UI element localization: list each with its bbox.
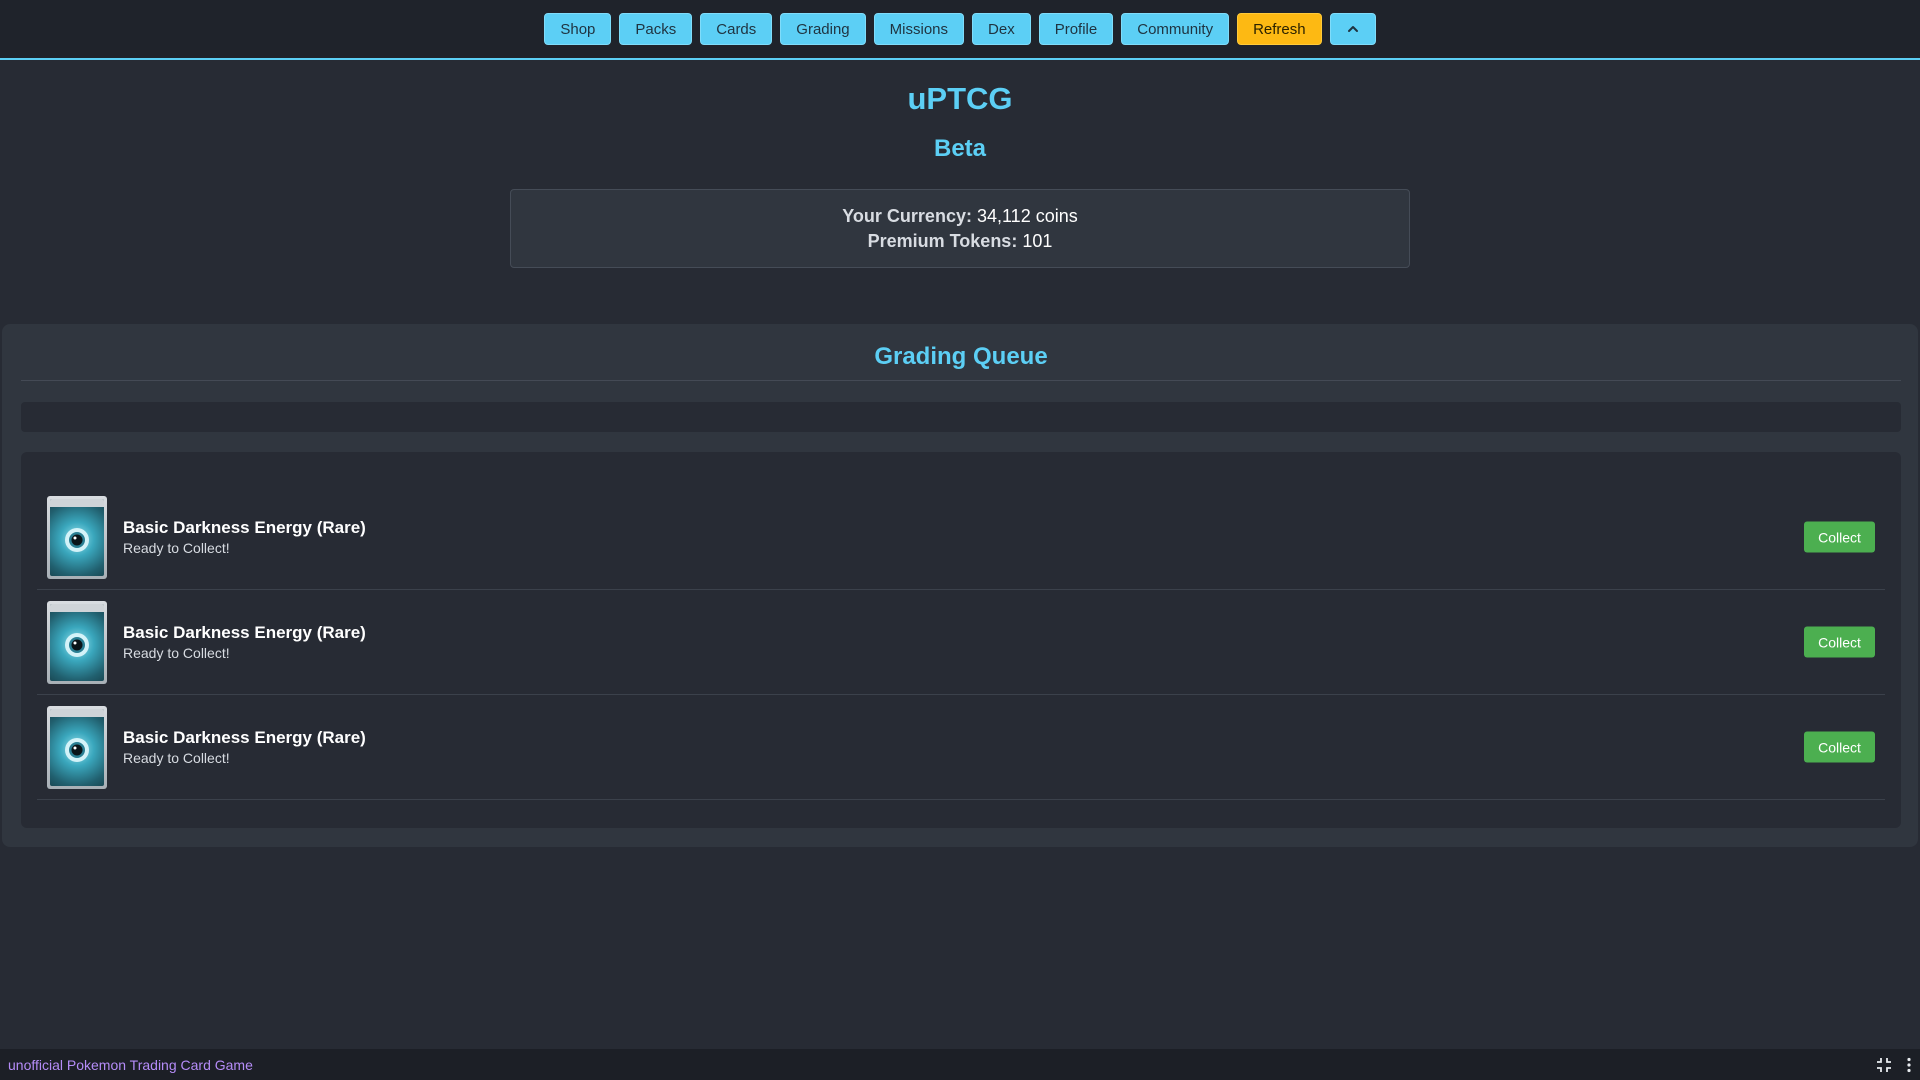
darkness-energy-card-art bbox=[50, 708, 104, 786]
grading-queue-panel: Grading Queue Basic Darkness Energy (Rar… bbox=[2, 324, 1918, 847]
tokens-value: 101 bbox=[1022, 230, 1053, 251]
nav-shop-button[interactable]: Shop bbox=[544, 13, 612, 45]
page-header: uPTCG Beta bbox=[0, 60, 1920, 163]
darkness-energy-card-art bbox=[50, 498, 104, 576]
nav-profile-button[interactable]: Profile bbox=[1038, 13, 1114, 45]
card-thumbnail bbox=[47, 705, 107, 789]
card-name: Basic Darkness Energy (Rare) bbox=[123, 518, 366, 537]
footer: unofficial Pokemon Trading Card Game bbox=[0, 1049, 1920, 1080]
exit-fullscreen-icon[interactable] bbox=[1876, 1057, 1892, 1073]
refresh-button[interactable]: Refresh bbox=[1237, 13, 1322, 45]
grading-queue-box: Basic Darkness Energy (Rare) Ready to Co… bbox=[21, 452, 1901, 828]
nav-cards-button[interactable]: Cards bbox=[700, 13, 773, 45]
grading-queue-title: Grading Queue bbox=[21, 324, 1901, 381]
collapse-nav-button[interactable] bbox=[1329, 13, 1376, 45]
grading-queue-list: Basic Darkness Energy (Rare) Ready to Co… bbox=[37, 485, 1885, 800]
card-status: Ready to Collect! bbox=[123, 645, 230, 661]
page-title: uPTCG bbox=[907, 81, 1013, 116]
chevron-up-icon bbox=[1347, 26, 1358, 32]
top-navigation: Shop Packs Cards Grading Missions Dex Pr… bbox=[0, 0, 1920, 60]
more-vertical-icon[interactable] bbox=[1906, 1057, 1912, 1073]
card-name: Basic Darkness Energy (Rare) bbox=[123, 728, 366, 747]
tokens-line: Premium Tokens: 101 bbox=[868, 231, 1053, 252]
collect-button[interactable]: Collect bbox=[1804, 521, 1875, 553]
collect-button[interactable]: Collect bbox=[1804, 731, 1875, 763]
card-status: Ready to Collect! bbox=[123, 750, 230, 766]
card-thumbnail bbox=[47, 495, 107, 579]
nav-community-button[interactable]: Community bbox=[1121, 13, 1230, 45]
darkness-energy-icon bbox=[65, 528, 89, 553]
nav-packs-button[interactable]: Packs bbox=[619, 13, 693, 45]
currency-panel: Your Currency: 34,112 coins Premium Toke… bbox=[510, 189, 1410, 268]
grading-queue-bar bbox=[21, 402, 1901, 432]
queue-item: Basic Darkness Energy (Rare) Ready to Co… bbox=[37, 695, 1885, 800]
queue-item: Basic Darkness Energy (Rare) Ready to Co… bbox=[37, 590, 1885, 695]
nav-grading-button[interactable]: Grading bbox=[780, 13, 866, 45]
darkness-energy-icon bbox=[65, 633, 89, 658]
card-status: Ready to Collect! bbox=[123, 540, 230, 556]
tokens-label: Premium Tokens: bbox=[867, 230, 1018, 251]
nav-missions-button[interactable]: Missions bbox=[873, 13, 965, 45]
page-subtitle: Beta bbox=[933, 135, 987, 162]
card-name: Basic Darkness Energy (Rare) bbox=[123, 623, 366, 642]
darkness-energy-icon bbox=[65, 738, 89, 763]
coins-value: 34,112 coins bbox=[976, 205, 1078, 226]
card-thumbnail bbox=[47, 600, 107, 684]
collect-button[interactable]: Collect bbox=[1804, 626, 1875, 658]
darkness-energy-card-art bbox=[50, 603, 104, 681]
footer-text: unofficial Pokemon Trading Card Game bbox=[8, 1056, 253, 1073]
queue-item: Basic Darkness Energy (Rare) Ready to Co… bbox=[37, 485, 1885, 590]
coins-label: Your Currency: bbox=[842, 205, 972, 226]
nav-dex-button[interactable]: Dex bbox=[972, 13, 1031, 45]
coins-line: Your Currency: 34,112 coins bbox=[842, 206, 1077, 227]
footer-controls bbox=[1876, 1057, 1912, 1073]
